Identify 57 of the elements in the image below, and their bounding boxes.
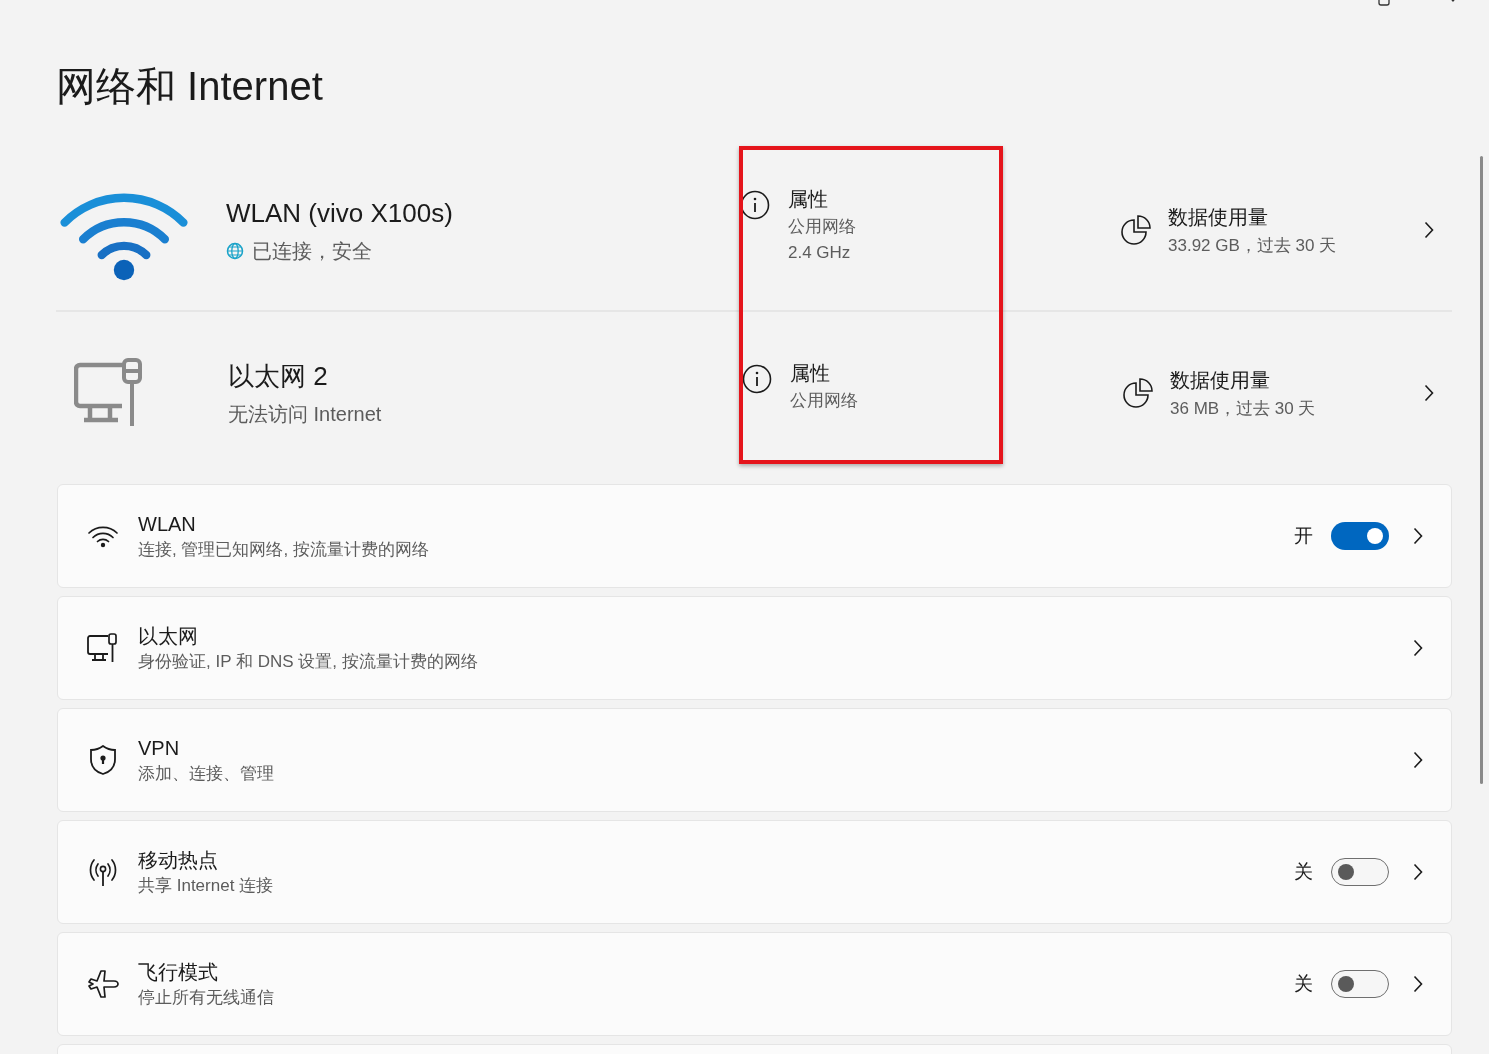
- data-usage-detail: 33.92 GB，过去 30 天: [1168, 234, 1337, 257]
- chevron-icon: [1424, 384, 1434, 402]
- settings-card[interactable]: VPN 添加、连接、管理: [57, 708, 1452, 812]
- properties-link[interactable]: 属性 公用网络: [740, 360, 1122, 412]
- pie-chart-icon: [1122, 377, 1154, 409]
- setting-title: 飞行模式: [138, 960, 219, 985]
- chevron-icon: [1413, 527, 1423, 545]
- connection-status: 已连接，安全: [252, 238, 372, 264]
- toggle-state-label: 关: [1294, 860, 1313, 884]
- maximize-icon[interactable]: [1378, 0, 1392, 8]
- data-usage-link[interactable]: 数据使用量 36 MB，过去 30 天: [1122, 366, 1452, 420]
- shield-icon: [89, 744, 117, 776]
- data-usage-detail: 36 MB，过去 30 天: [1170, 397, 1316, 420]
- data-usage-label: 数据使用量: [1168, 204, 1269, 230]
- network-name: 以太网 2: [228, 359, 329, 393]
- toggle-state-label: 关: [1294, 972, 1313, 996]
- settings-card[interactable]: WLAN 连接, 管理已知网络, 按流量计费的网络 开: [57, 484, 1452, 588]
- info-icon: [742, 364, 772, 394]
- hotspot-icon: [87, 857, 119, 887]
- chevron-icon: [1413, 863, 1423, 881]
- page-title: 网络和 Internet: [56, 63, 324, 110]
- network-name: WLAN (vivo X100s): [226, 196, 454, 230]
- toggle-state-label: 开: [1294, 524, 1313, 548]
- globe-icon: [226, 242, 244, 260]
- toggle-switch[interactable]: [1331, 970, 1389, 998]
- setting-description: 连接, 管理已知网络, 按流量计费的网络: [138, 539, 430, 561]
- pie-chart-icon: [1120, 214, 1152, 246]
- setting-title: VPN: [138, 736, 181, 761]
- setting-description: 停止所有无线通信: [138, 987, 275, 1009]
- scrollbar[interactable]: [1480, 156, 1483, 784]
- chevron-icon: [1413, 975, 1423, 993]
- computer-icon: [87, 633, 119, 663]
- wifi-icon: [87, 524, 119, 548]
- property-value: 公用网络: [788, 216, 856, 238]
- connection-status: 无法访问 Internet: [228, 401, 382, 427]
- properties-label: 属性: [790, 361, 831, 386]
- chevron-icon: [1413, 639, 1423, 657]
- data-usage-label: 数据使用量: [1170, 367, 1271, 393]
- settings-card[interactable]: 移动热点 共享 Internet 连接 关: [57, 820, 1452, 924]
- setting-title: 以太网: [138, 624, 199, 649]
- airplane-icon: [87, 968, 119, 1000]
- properties-label: 属性: [788, 187, 829, 212]
- properties-link[interactable]: 属性 公用网络 2.4 GHz: [738, 186, 1120, 264]
- setting-title: WLAN: [138, 512, 197, 537]
- toggle-switch[interactable]: [1331, 522, 1389, 550]
- chevron-icon: [1413, 751, 1423, 769]
- setting-title: 移动热点: [138, 848, 219, 873]
- data-usage-link[interactable]: 数据使用量 33.92 GB，过去 30 天: [1120, 203, 1452, 257]
- setting-description: 共享 Internet 连接: [138, 875, 275, 897]
- settings-card[interactable]: 飞行模式 停止所有无线通信 关: [57, 932, 1452, 1036]
- settings-card[interactable]: 以太网 身份验证, IP 和 DNS 设置, 按流量计费的网络: [57, 596, 1452, 700]
- property-value: 2.4 GHz: [788, 242, 852, 264]
- setting-description: 身份验证, IP 和 DNS 设置, 按流量计费的网络: [138, 651, 479, 673]
- chevron-icon: [1424, 221, 1434, 239]
- property-value: 公用网络: [790, 390, 858, 412]
- toggle-switch[interactable]: [1331, 858, 1389, 886]
- setting-description: 添加、连接、管理: [138, 763, 275, 785]
